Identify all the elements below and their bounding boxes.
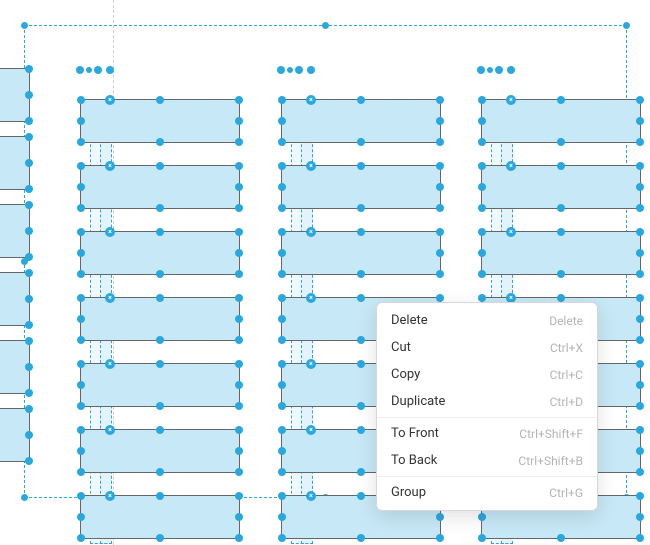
- menu-separator: [377, 417, 597, 418]
- delete-node-icon[interactable]: ×: [105, 491, 115, 501]
- shape-slot[interactable]: ×: [80, 297, 240, 341]
- menu-item-cut[interactable]: Cut Ctrl+X: [377, 334, 597, 361]
- menu-shortcut: Ctrl+D: [550, 395, 583, 409]
- shape-slot[interactable]: [0, 204, 30, 258]
- shape-slot[interactable]: ×: [80, 429, 240, 473]
- shape-column-0[interactable]: [0, 68, 30, 476]
- shape-slot[interactable]: [0, 68, 30, 122]
- shape-slot[interactable]: ×: [281, 99, 441, 143]
- menu-separator: [377, 476, 597, 477]
- menu-shortcut: Ctrl+G: [549, 486, 583, 500]
- shape-slot[interactable]: ×: [80, 495, 240, 539]
- delete-node-icon[interactable]: ×: [105, 227, 115, 237]
- shape-slot[interactable]: [0, 272, 30, 326]
- delete-node-icon[interactable]: ×: [506, 95, 516, 105]
- shape-slot[interactable]: ×: [481, 165, 641, 209]
- menu-label: Group: [391, 485, 426, 500]
- delete-node-icon[interactable]: ×: [306, 161, 316, 171]
- delete-node-icon[interactable]: ×: [105, 95, 115, 105]
- menu-item-duplicate[interactable]: Duplicate Ctrl+D: [377, 388, 597, 415]
- shape-slot[interactable]: [0, 340, 30, 394]
- shape-column-1[interactable]: × × × × × × ×: [80, 68, 240, 539]
- delete-node-icon[interactable]: ×: [105, 293, 115, 303]
- resize-handle-top-right[interactable]: [623, 22, 630, 29]
- shape-slot[interactable]: ×: [281, 165, 441, 209]
- menu-label: Cut: [391, 340, 411, 355]
- menu-label: Duplicate: [391, 394, 445, 409]
- shape-slot[interactable]: [0, 408, 30, 462]
- delete-node-icon[interactable]: ×: [306, 95, 316, 105]
- menu-label: Delete: [391, 313, 428, 328]
- delete-node-icon[interactable]: ×: [306, 293, 316, 303]
- shape-slot[interactable]: ×: [80, 99, 240, 143]
- delete-node-icon[interactable]: ×: [105, 161, 115, 171]
- menu-item-to-back[interactable]: To Back Ctrl+Shift+B: [377, 447, 597, 474]
- menu-label: To Front: [391, 426, 439, 441]
- menu-shortcut: Ctrl+Shift+B: [518, 454, 583, 468]
- delete-node-icon[interactable]: ×: [306, 359, 316, 369]
- menu-shortcut: Ctrl+Shift+F: [519, 427, 583, 441]
- design-canvas[interactable]: × × × × × × × × × × × × × × ×: [0, 0, 650, 545]
- resize-handle-top-left[interactable]: [21, 22, 28, 29]
- context-menu[interactable]: Delete Delete Cut Ctrl+X Copy Ctrl+C Dup…: [376, 302, 598, 511]
- connector-stub[interactable]: [481, 66, 521, 76]
- delete-node-icon[interactable]: ×: [306, 227, 316, 237]
- connector-stub[interactable]: [80, 66, 120, 76]
- menu-label: To Back: [391, 453, 437, 468]
- shape-slot[interactable]: ×: [80, 231, 240, 275]
- menu-item-delete[interactable]: Delete Delete: [377, 307, 597, 334]
- connector-stub[interactable]: [281, 66, 321, 76]
- menu-label: Copy: [391, 367, 420, 382]
- delete-node-icon[interactable]: ×: [306, 425, 316, 435]
- delete-node-icon[interactable]: ×: [306, 491, 316, 501]
- menu-shortcut: Ctrl+X: [550, 341, 583, 355]
- shape-slot[interactable]: ×: [80, 363, 240, 407]
- resize-handle-top-mid[interactable]: [322, 22, 329, 29]
- shape-slot[interactable]: ×: [481, 99, 641, 143]
- delete-node-icon[interactable]: ×: [506, 161, 516, 171]
- delete-node-icon[interactable]: ×: [506, 227, 516, 237]
- menu-shortcut: Ctrl+C: [550, 368, 583, 382]
- shape-slot[interactable]: ×: [481, 231, 641, 275]
- menu-shortcut: Delete: [549, 314, 583, 328]
- shape-slot[interactable]: [0, 136, 30, 190]
- menu-item-copy[interactable]: Copy Ctrl+C: [377, 361, 597, 388]
- shape-slot[interactable]: ×: [80, 165, 240, 209]
- delete-node-icon[interactable]: ×: [105, 359, 115, 369]
- resize-handle-bottom-left[interactable]: [21, 494, 28, 501]
- menu-item-to-front[interactable]: To Front Ctrl+Shift+F: [377, 420, 597, 447]
- menu-item-group[interactable]: Group Ctrl+G: [377, 479, 597, 506]
- shape-slot[interactable]: ×: [281, 231, 441, 275]
- delete-node-icon[interactable]: ×: [105, 425, 115, 435]
